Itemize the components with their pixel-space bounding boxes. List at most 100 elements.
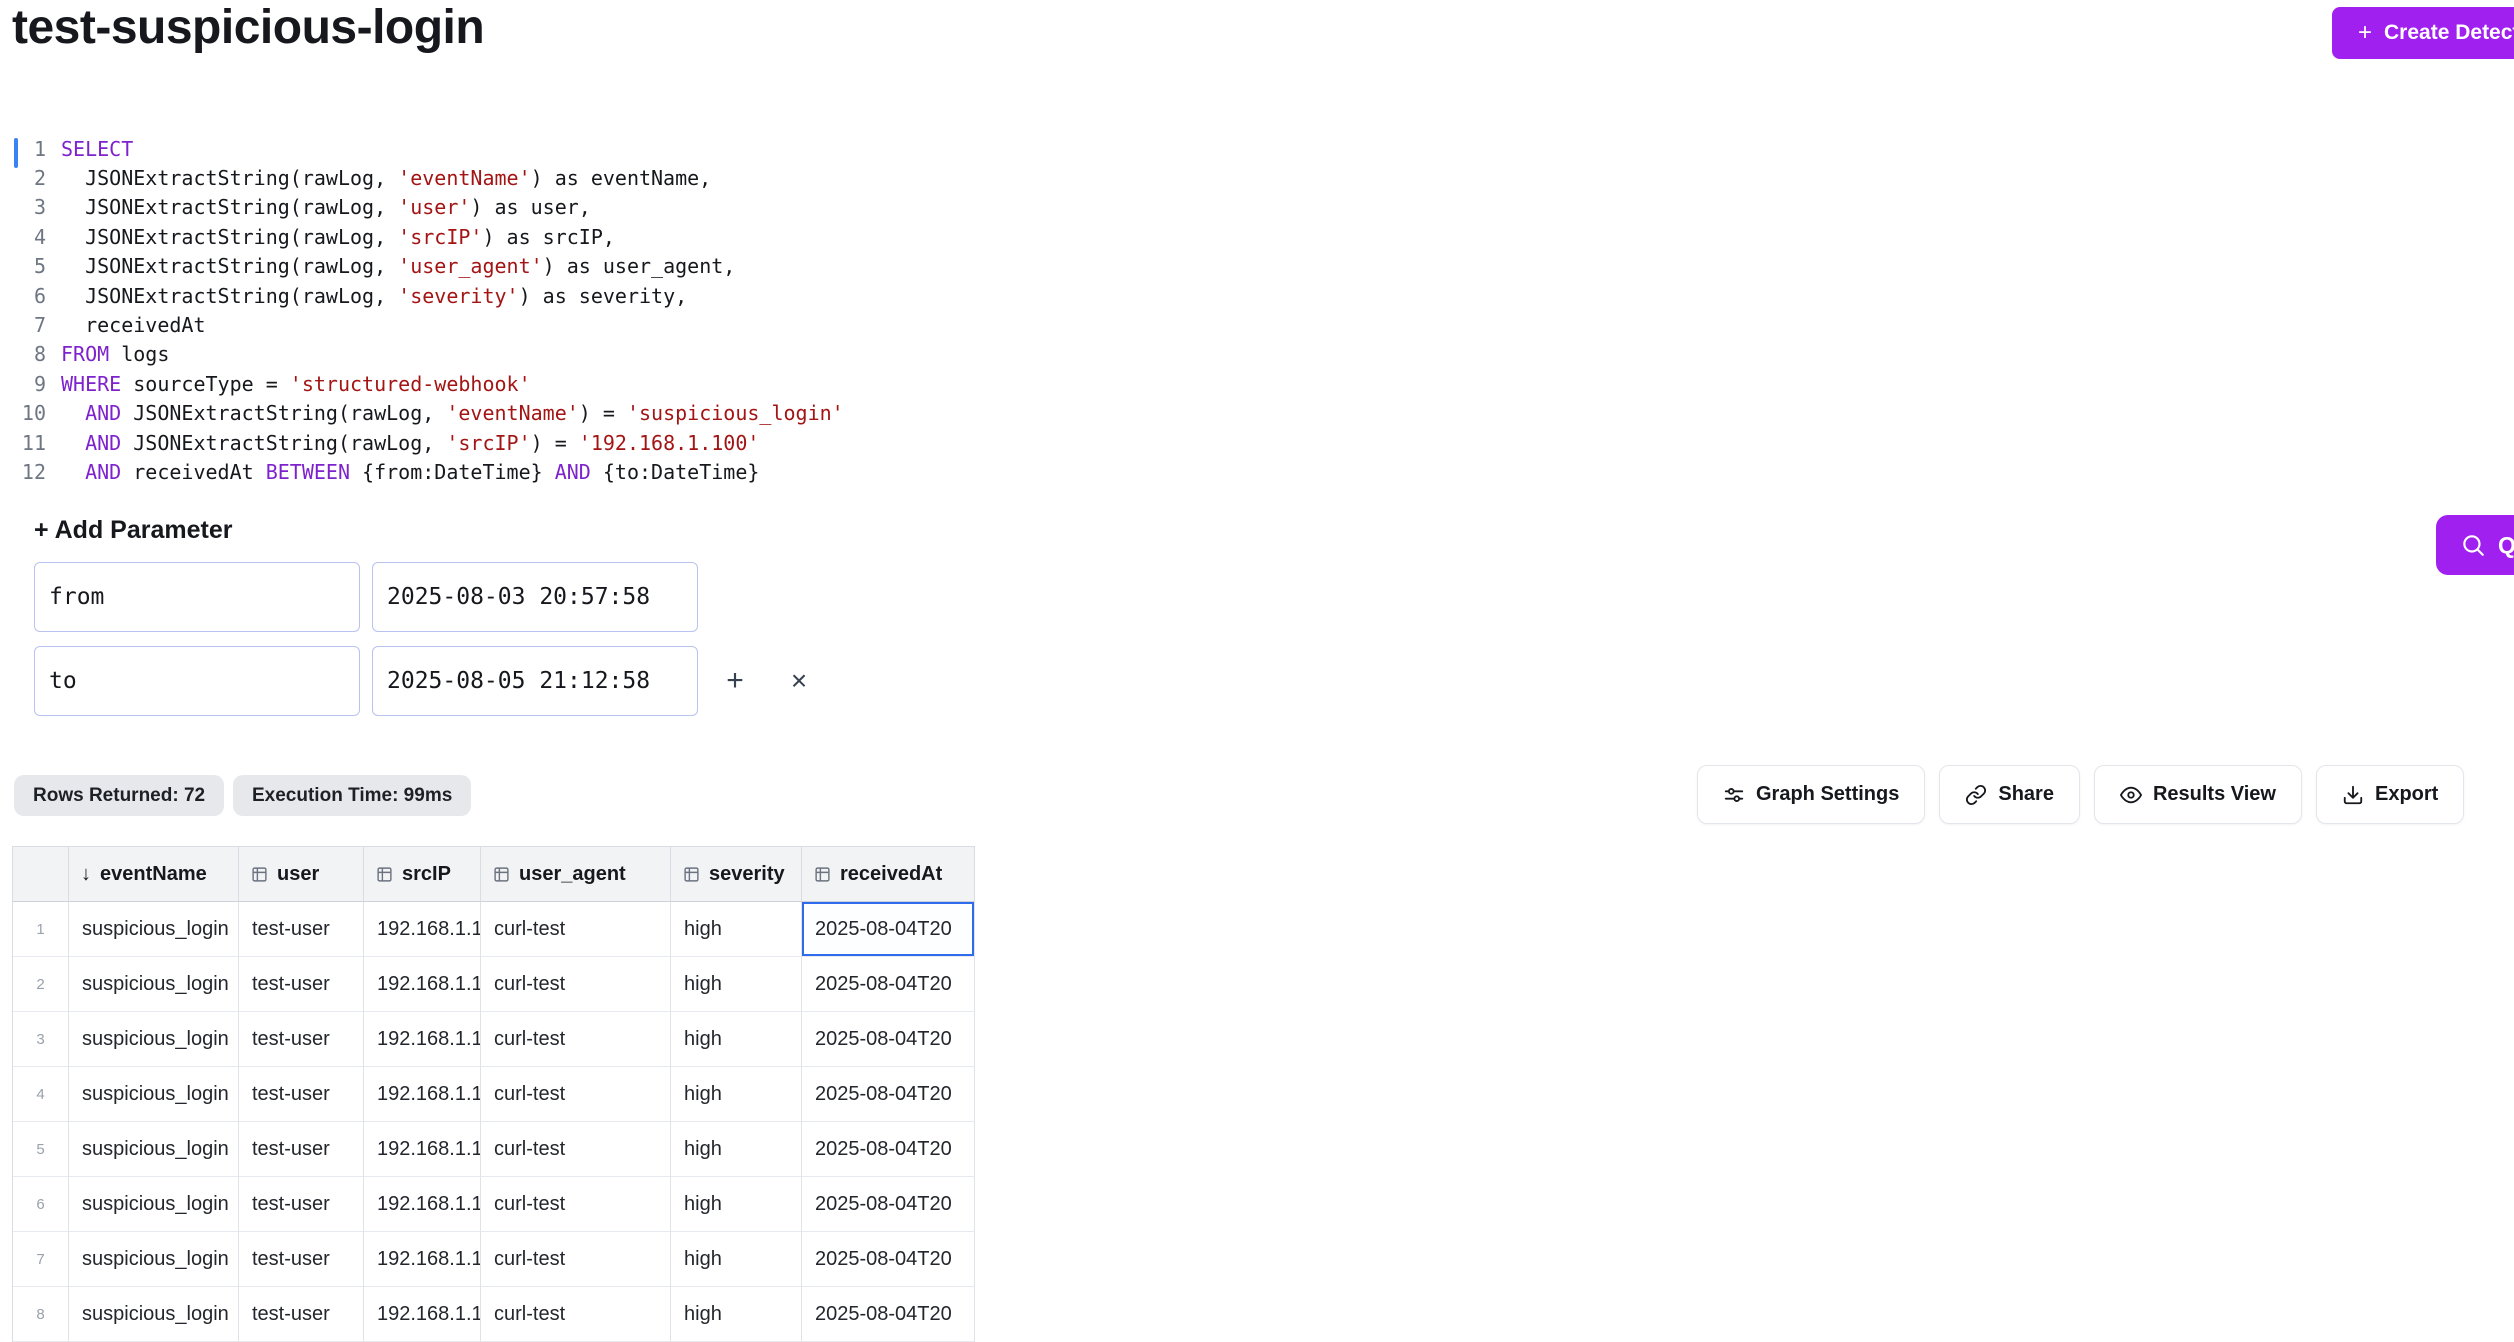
column-label: eventName xyxy=(100,863,207,886)
table-cell[interactable]: test-user xyxy=(239,1067,364,1122)
table-cell[interactable]: 2025-08-04T20 xyxy=(802,1287,975,1342)
table-cell[interactable]: curl-test xyxy=(481,1012,671,1067)
add-parameter-button[interactable]: + Add Parameter xyxy=(34,516,232,545)
table-cell[interactable]: 2025-08-04T20 xyxy=(802,1232,975,1287)
column-header-user[interactable]: user xyxy=(239,847,364,902)
table-cell[interactable]: curl-test xyxy=(481,1067,671,1122)
column-header-srcip[interactable]: srcIP xyxy=(364,847,481,902)
code-text: AND receivedAt BETWEEN {from:DateTime} A… xyxy=(61,460,759,484)
parameter-value-input[interactable] xyxy=(372,646,698,716)
table-cell[interactable]: high xyxy=(671,1012,802,1067)
table-cell[interactable]: test-user xyxy=(239,1287,364,1342)
row-number: 8 xyxy=(13,1287,69,1342)
code-line: 5 JSONExtractString(rawLog, 'user_agent'… xyxy=(12,252,844,281)
table-cell[interactable]: test-user xyxy=(239,1122,364,1177)
create-detection-button[interactable]: + Create Detection xyxy=(2332,7,2514,59)
table-cell[interactable]: test-user xyxy=(239,1232,364,1287)
table-cell[interactable]: 192.168.1.1 xyxy=(364,1122,481,1177)
table-cell[interactable]: curl-test xyxy=(481,902,671,957)
add-parameter-row-button[interactable]: + xyxy=(714,660,756,702)
sql-editor[interactable]: 1SELECT2 JSONExtractString(rawLog, 'even… xyxy=(12,134,844,487)
column-header-eventname[interactable]: ↓ eventName xyxy=(69,847,239,902)
line-number: 6 xyxy=(12,284,46,308)
query-label: Query xyxy=(2498,532,2514,559)
plus-icon: + xyxy=(2358,19,2372,47)
column-header-receivedat[interactable]: receivedAt xyxy=(802,847,975,902)
sliders-icon xyxy=(1723,784,1745,806)
table-cell[interactable]: suspicious_login xyxy=(69,902,239,957)
results-view-button[interactable]: Results View xyxy=(2094,765,2302,824)
table-cell[interactable]: test-user xyxy=(239,1012,364,1067)
table-cell[interactable]: test-user xyxy=(239,957,364,1012)
table-cell[interactable]: suspicious_login xyxy=(69,957,239,1012)
table-cell[interactable]: suspicious_login xyxy=(69,1012,239,1067)
column-label: receivedAt xyxy=(840,863,942,886)
table-cell[interactable]: curl-test xyxy=(481,957,671,1012)
table-cell[interactable]: 192.168.1.1 xyxy=(364,1067,481,1122)
table-cell[interactable]: suspicious_login xyxy=(69,1232,239,1287)
table-cell[interactable]: test-user xyxy=(239,902,364,957)
line-number: 1 xyxy=(12,137,46,161)
table-cell[interactable]: curl-test xyxy=(481,1177,671,1232)
table-cell[interactable]: suspicious_login xyxy=(69,1122,239,1177)
button-label: Share xyxy=(1998,783,2054,806)
line-number: 5 xyxy=(12,254,46,278)
table-cell[interactable]: 2025-08-04T20 xyxy=(802,1067,975,1122)
table-cell[interactable]: 2025-08-04T20 xyxy=(802,1122,975,1177)
code-text: receivedAt xyxy=(61,313,206,337)
parameter-name-input[interactable] xyxy=(34,646,360,716)
table-cell[interactable]: 192.168.1.1 xyxy=(364,957,481,1012)
row-number: 4 xyxy=(13,1067,69,1122)
parameter-value-input[interactable] xyxy=(372,562,698,632)
table-cell[interactable]: curl-test xyxy=(481,1287,671,1342)
parameter-name-input[interactable] xyxy=(34,562,360,632)
table-cell[interactable]: 2025-08-04T20 xyxy=(802,957,975,1012)
table-cell[interactable]: high xyxy=(671,1067,802,1122)
table-cell[interactable]: 2025-08-04T20 xyxy=(802,1012,975,1067)
code-text: AND JSONExtractString(rawLog, 'eventName… xyxy=(61,401,844,425)
row-number: 6 xyxy=(13,1177,69,1232)
table-cell[interactable]: 192.168.1.1 xyxy=(364,902,481,957)
table-cell[interactable]: suspicious_login xyxy=(69,1067,239,1122)
code-text: SELECT xyxy=(61,137,133,161)
line-number: 7 xyxy=(12,313,46,337)
table-cell[interactable]: 2025-08-04T20 xyxy=(802,1177,975,1232)
code-line: 4 JSONExtractString(rawLog, 'srcIP') as … xyxy=(12,222,844,251)
table-cell[interactable]: 192.168.1.1 xyxy=(364,1012,481,1067)
code-line: 8FROM logs xyxy=(12,340,844,369)
table-row: 4suspicious_logintest-user192.168.1.1cur… xyxy=(13,1067,975,1122)
line-number: 4 xyxy=(12,225,46,249)
table-cell[interactable]: high xyxy=(671,1232,802,1287)
column-header-user-agent[interactable]: user_agent xyxy=(481,847,671,902)
table-cell[interactable]: high xyxy=(671,957,802,1012)
column-header-severity[interactable]: severity xyxy=(671,847,802,902)
table-cell[interactable]: high xyxy=(671,1122,802,1177)
table-cell[interactable]: 2025-08-04T20 xyxy=(802,902,975,957)
code-line: 10 AND JSONExtractString(rawLog, 'eventN… xyxy=(12,399,844,428)
graph-settings-button[interactable]: Graph Settings xyxy=(1697,765,1925,824)
table-cell[interactable]: test-user xyxy=(239,1177,364,1232)
table-cell[interactable]: high xyxy=(671,902,802,957)
table-cell[interactable]: suspicious_login xyxy=(69,1287,239,1342)
share-button[interactable]: Share xyxy=(1939,765,2080,824)
table-row: 1suspicious_logintest-user192.168.1.1cur… xyxy=(13,902,975,957)
table-cell[interactable]: high xyxy=(671,1287,802,1342)
code-line: 11 AND JSONExtractString(rawLog, 'srcIP'… xyxy=(12,428,844,457)
remove-parameter-row-button[interactable]: × xyxy=(778,660,820,702)
line-number: 9 xyxy=(12,372,46,396)
table-row: 3suspicious_logintest-user192.168.1.1cur… xyxy=(13,1012,975,1067)
column-label: user xyxy=(277,863,319,886)
export-button[interactable]: Export xyxy=(2316,765,2464,824)
table-cell[interactable]: suspicious_login xyxy=(69,1177,239,1232)
table-cell[interactable]: curl-test xyxy=(481,1122,671,1177)
column-label: severity xyxy=(709,863,785,886)
table-cell[interactable]: 192.168.1.1 xyxy=(364,1287,481,1342)
table-cell[interactable]: curl-test xyxy=(481,1232,671,1287)
table-cell[interactable]: 192.168.1.1 xyxy=(364,1177,481,1232)
query-button[interactable]: Query xyxy=(2436,515,2514,575)
table-cell[interactable]: 192.168.1.1 xyxy=(364,1232,481,1287)
code-text: AND JSONExtractString(rawLog, 'srcIP') =… xyxy=(61,431,759,455)
execution-time-badge: Execution Time: 99ms xyxy=(233,775,471,816)
row-number: 5 xyxy=(13,1122,69,1177)
table-cell[interactable]: high xyxy=(671,1177,802,1232)
